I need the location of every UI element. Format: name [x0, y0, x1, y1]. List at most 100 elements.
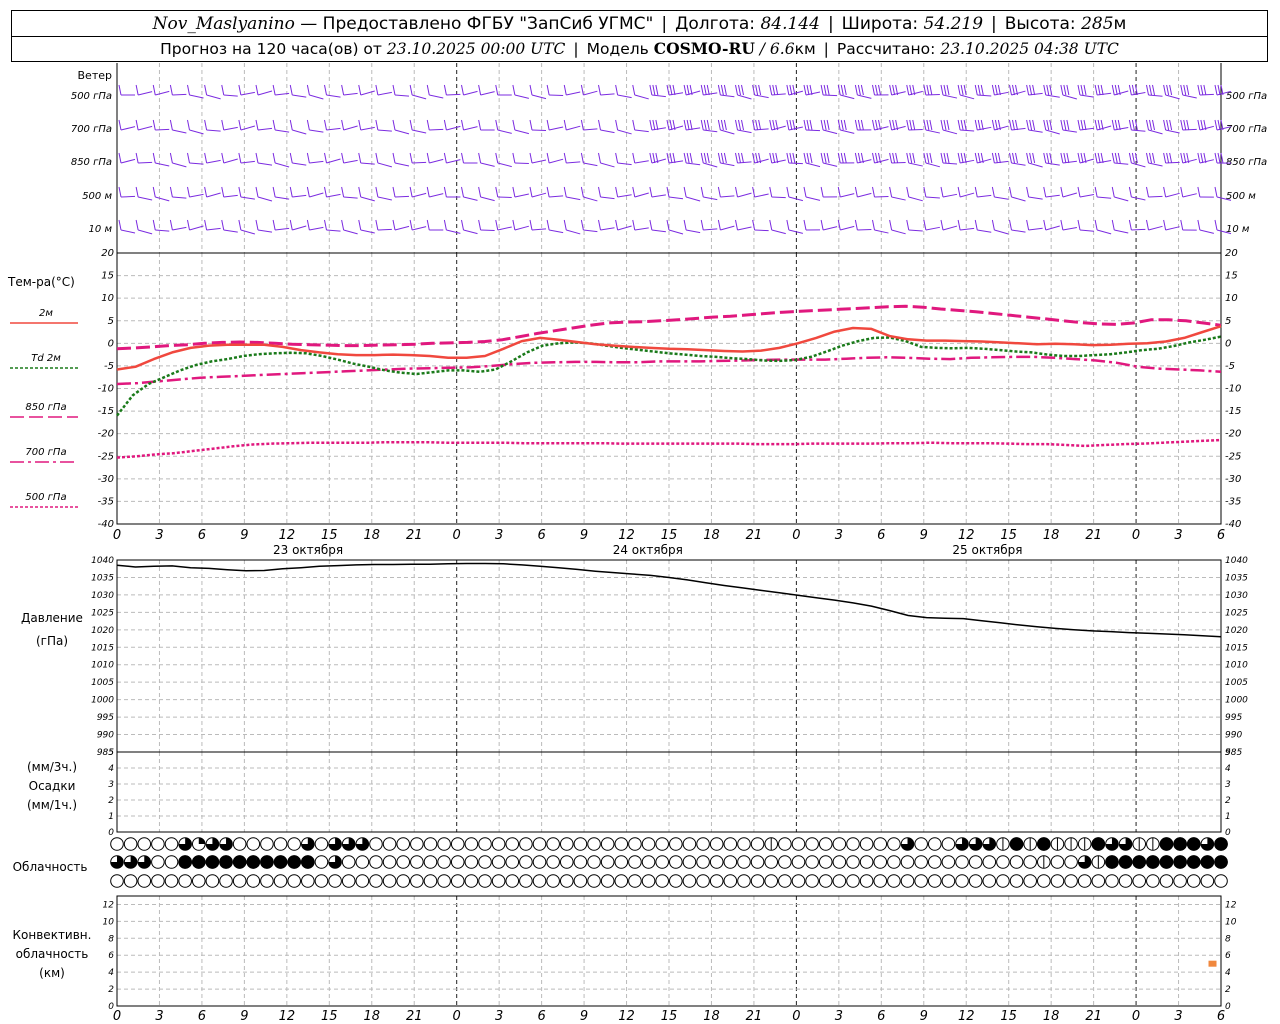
wind-barb — [632, 119, 649, 133]
wind-barb — [923, 219, 940, 231]
cloud-cover-symbol — [614, 874, 629, 888]
wind-barb — [443, 119, 461, 131]
bottom-x-tick-label: 18 — [703, 1009, 720, 1024]
cloud-cover-symbol — [287, 874, 301, 888]
cloud-cover-symbol — [232, 874, 247, 888]
cloud-cover-fill — [301, 855, 315, 869]
wind-barb — [118, 152, 136, 164]
wind-barb — [1043, 84, 1060, 98]
cloud-cover-symbol — [532, 874, 547, 888]
wind-barb — [1009, 119, 1026, 131]
wind-barb — [426, 84, 444, 99]
wind-barb — [598, 219, 615, 231]
legend-label-2: 850 гПа — [25, 402, 66, 413]
cloud-cover-symbol — [1037, 874, 1051, 888]
cloud-cover-fill — [198, 837, 206, 844]
cloud-cover-symbol — [301, 874, 315, 888]
bottom-x-tick-label: 3 — [495, 1009, 503, 1024]
cloud-cover-symbol — [450, 874, 465, 888]
temp-x-tick-label: 9 — [580, 528, 588, 543]
cloud-cover-symbol — [791, 874, 806, 888]
cloud-cover-symbol — [519, 837, 533, 851]
bottom-x-tick-label: 9 — [240, 1009, 248, 1024]
wind-barb — [204, 186, 221, 198]
wind-barb — [221, 84, 238, 97]
wind-barb — [940, 152, 958, 165]
cloud-cover-symbol — [314, 837, 329, 851]
wind-barb — [135, 186, 153, 201]
cloud-cover-symbol — [587, 837, 601, 851]
wind-barb — [409, 186, 427, 198]
wind-barb — [923, 119, 940, 134]
cloud-cover-symbol — [355, 874, 370, 888]
cloud-cover-symbol — [382, 874, 397, 888]
cloud-cover-symbol — [151, 855, 165, 869]
wind-barb — [324, 119, 341, 131]
wind-barb — [1060, 152, 1077, 164]
wind-barb — [495, 119, 512, 134]
cloud-cover-symbol — [532, 837, 547, 851]
cloud-cover-fill — [1173, 837, 1187, 851]
bottom-x-tick-label: 15 — [1000, 1009, 1017, 1024]
cloud-cover-symbol — [859, 855, 874, 869]
wind-barb — [341, 186, 358, 199]
wind-barb — [837, 186, 855, 198]
cloud-cover-symbol — [791, 837, 806, 851]
legend-label-0: 2м — [39, 308, 53, 319]
wind-barb — [615, 219, 632, 231]
cloud-cover-symbol — [546, 874, 560, 888]
wind-barb — [820, 84, 838, 97]
temp-tick-left: -5 — [104, 361, 114, 372]
wind-barb — [306, 186, 324, 198]
cloud-cover-symbol — [1009, 874, 1024, 888]
wind-barb — [820, 186, 838, 198]
wind-barb — [906, 84, 923, 96]
cloud-cover-symbol — [914, 874, 928, 888]
cloud-cover-symbol — [164, 837, 179, 851]
convective-label: Конвективн. — [13, 928, 92, 942]
wind-barb — [786, 219, 803, 234]
cloud-cover-symbol — [164, 855, 179, 869]
convective-label-2: облачность — [16, 947, 89, 961]
wind-barb — [752, 219, 769, 232]
wind-barb — [1197, 119, 1215, 131]
temp-tick-right: -20 — [1225, 429, 1241, 440]
wind-barb — [991, 84, 1009, 96]
wind-barb — [837, 152, 855, 164]
wind-barb — [1094, 119, 1112, 131]
wind-barb — [837, 219, 855, 231]
cloud-cover-symbol — [423, 837, 438, 851]
temp-x-tick-label: 15 — [661, 528, 678, 543]
cloud-cover-symbol — [873, 855, 888, 869]
cloud-cover-symbol — [151, 874, 165, 888]
bottom-x-tick-label: 3 — [1174, 1009, 1182, 1024]
temp-x-tick-label: 3 — [835, 528, 843, 543]
temp-tick-left: -35 — [98, 496, 114, 507]
wind-barb — [872, 152, 889, 164]
temp-x-tick-label: 3 — [155, 528, 163, 543]
wind-barb — [632, 219, 649, 231]
wind-barb — [940, 186, 958, 198]
cloud-cover-symbol — [818, 837, 833, 851]
wind-barb — [991, 219, 1009, 235]
wind-barb — [820, 119, 838, 135]
wind-barb — [238, 186, 255, 200]
cloud-cover-fill — [1091, 837, 1106, 851]
cloud-cover-symbol — [355, 855, 370, 869]
bottom-x-tick-label: 9 — [920, 1009, 928, 1024]
wind-barb — [786, 84, 804, 96]
cloud-cover-symbol — [914, 855, 928, 869]
cloud-cover-symbol — [464, 837, 479, 851]
wind-barb — [683, 186, 701, 202]
wind-barb — [152, 219, 170, 232]
wind-barb — [1043, 152, 1060, 166]
precip-tick-left: 2 — [108, 796, 114, 806]
temp-tick-right: 5 — [1225, 316, 1231, 327]
cloud-cover-fill — [1105, 855, 1119, 869]
wind-barb — [906, 119, 923, 131]
cloud-cover-fill — [1186, 837, 1201, 851]
cloud-cover-symbol — [382, 855, 397, 869]
cloud-cover-fill — [273, 855, 288, 869]
cloud-cover-symbol — [396, 837, 411, 851]
cloud-cover-symbol — [941, 855, 956, 869]
